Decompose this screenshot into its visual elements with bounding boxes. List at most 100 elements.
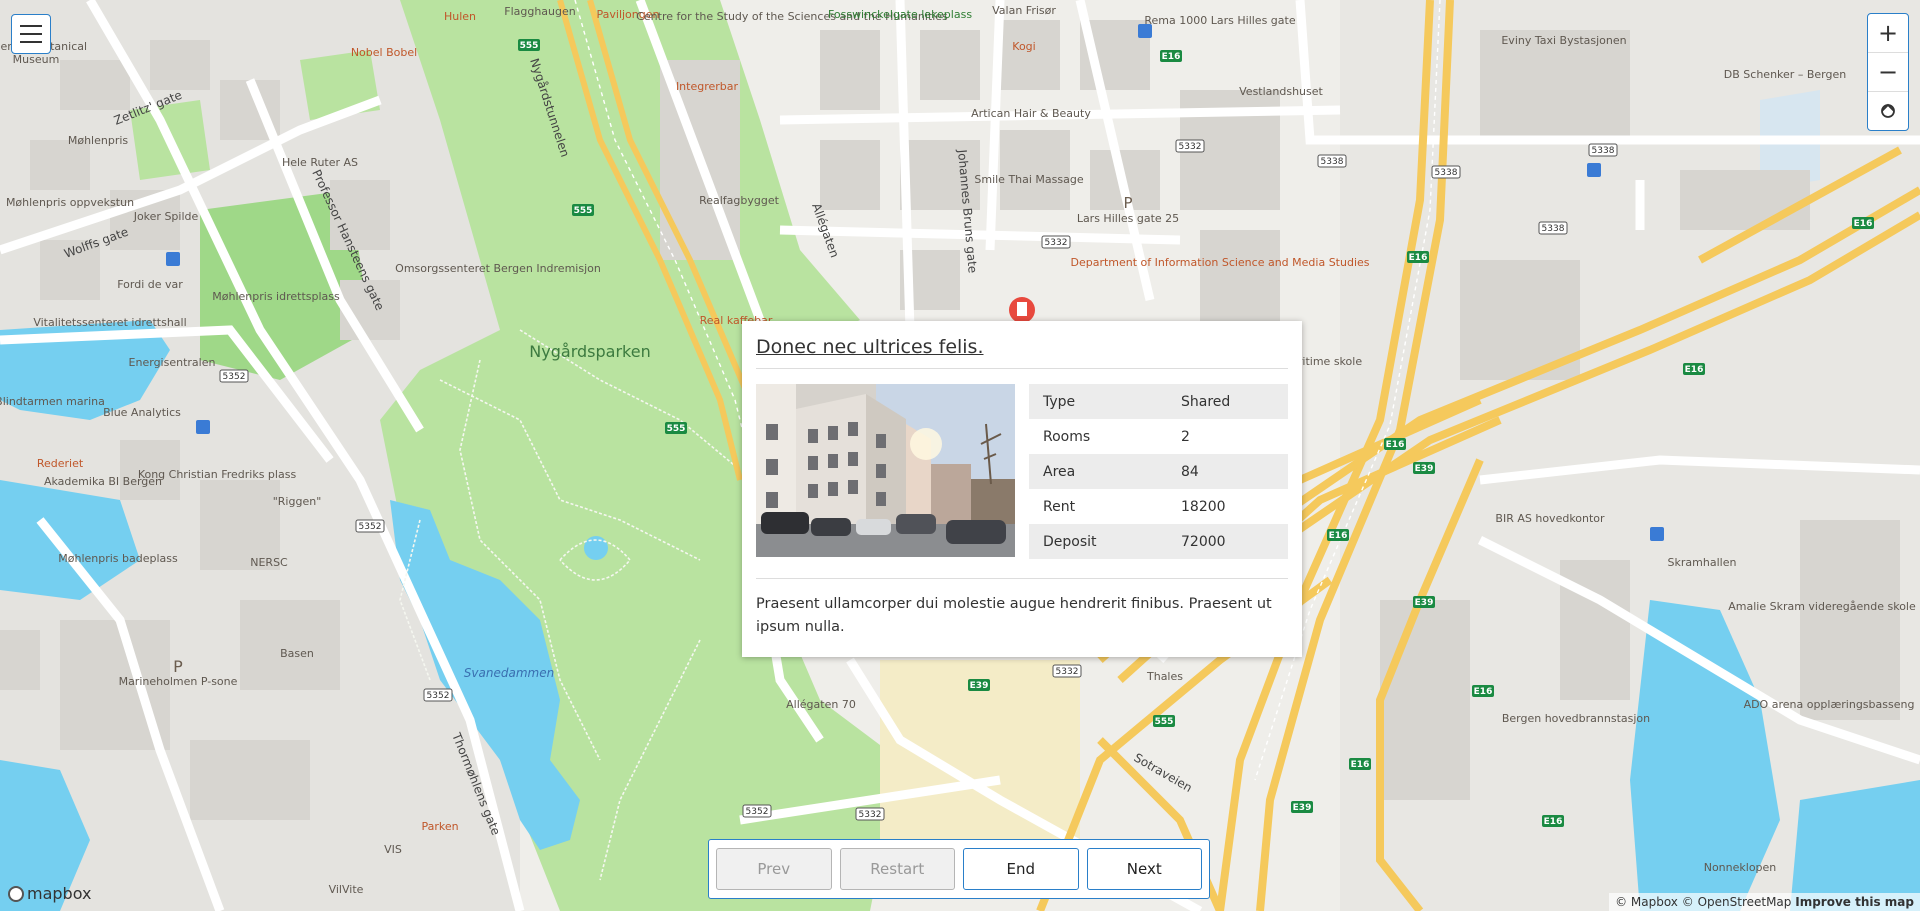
- shield-e16-i: E16: [1542, 815, 1564, 827]
- poi-vitalitetssenteret: Vitalitetssenteret idrettshall: [33, 316, 186, 329]
- svg-text:E16: E16: [1544, 817, 1563, 827]
- improve-map-link[interactable]: Improve this map: [1795, 895, 1914, 909]
- svg-text:E16: E16: [1685, 365, 1704, 375]
- svg-text:P: P: [173, 657, 183, 676]
- mapbox-logo-icon: [8, 885, 24, 902]
- map-attribution: © Mapbox © OpenStreetMap Improve this ma…: [1609, 893, 1920, 911]
- compass-reset-icon: [1881, 103, 1895, 118]
- table-row: Rooms 2: [1043, 428, 1190, 445]
- svg-text:E39: E39: [1415, 464, 1434, 474]
- listing-photo[interactable]: [756, 384, 1015, 557]
- shield-555-a: 555: [518, 39, 540, 51]
- listing-details: Type Shared Rooms 2 Area 84 Rent 18200 Depos…: [756, 384, 1288, 559]
- poi-omsorgssenteret: Omsorgssenteret Bergen Indremisjon: [395, 262, 601, 275]
- park-label: Nygårdsparken: [529, 342, 650, 361]
- prev-button[interactable]: Prev: [716, 848, 832, 890]
- next-button[interactable]: Next: [1086, 848, 1202, 890]
- shield-5332-c: 5332: [1052, 664, 1082, 678]
- svg-text:555: 555: [667, 424, 686, 434]
- svg-text:5338: 5338: [1321, 157, 1344, 167]
- shield-5332-b: 5332: [1041, 235, 1071, 249]
- poi-smile-thai: Smile Thai Massage: [974, 173, 1083, 186]
- shield-5338-d: 5338: [1538, 221, 1568, 235]
- poi-marineholmen: Marineholmen P-sone: [119, 675, 238, 688]
- poi-hele-ruter: Hele Ruter AS: [282, 156, 358, 169]
- shield-e39-a: E39: [1413, 462, 1435, 474]
- shield-e16-e: E16: [1384, 438, 1406, 450]
- table-row: Rent 18200: [1043, 498, 1226, 515]
- mapbox-logo[interactable]: mapbox: [8, 884, 91, 903]
- shield-555-b: 555: [572, 204, 594, 216]
- poi-bir: BIR AS hovedkontor: [1495, 512, 1605, 525]
- shield-5332-d: 5332: [855, 807, 885, 821]
- end-button[interactable]: End: [963, 848, 1079, 890]
- svg-text:E39: E39: [1293, 803, 1312, 813]
- poi-fosswinckelgate: Fosswinckelgate lekeplass: [828, 8, 972, 21]
- poi-thales: Thales: [1146, 670, 1183, 683]
- listing-title-link[interactable]: Donec nec ultrices felis.: [756, 335, 1288, 369]
- poi-valan-frisor: Valan Frisør: [992, 4, 1056, 17]
- svg-text:E39: E39: [970, 681, 989, 691]
- shield-5352-d: 5352: [742, 804, 772, 818]
- shield-5338-c: 5338: [1588, 143, 1618, 157]
- svg-text:E16: E16: [1409, 253, 1428, 263]
- svg-text:5332: 5332: [1045, 238, 1068, 248]
- shield-e16-f: E16: [1327, 529, 1349, 541]
- poi-nobel-bobel: Nobel Bobel: [351, 46, 417, 59]
- shield-e39-b: E39: [1413, 596, 1435, 608]
- poi-idrettsplass: Møhlenpris idrettsplass: [212, 290, 340, 303]
- svg-text:5332: 5332: [1056, 667, 1079, 677]
- poi-badeplass: Møhlenpris badeplass: [58, 552, 178, 565]
- shield-555-d: 555: [1153, 715, 1175, 727]
- poi-hulen: Hulen: [444, 10, 476, 23]
- poi-fordi-de-var: Fordi de var: [117, 278, 183, 291]
- svg-text:E16: E16: [1351, 760, 1370, 770]
- listing-description: Praesent ullamcorper dui molestie augue …: [756, 596, 1272, 635]
- lake-label: Svanedammen: [464, 666, 554, 680]
- svg-text:5338: 5338: [1435, 168, 1458, 178]
- svg-text:5338: 5338: [1592, 146, 1615, 156]
- zoom-in-button[interactable]: +: [1868, 14, 1908, 53]
- poi-maritime-skole: ritime skole: [1298, 355, 1362, 368]
- poi-artican: Artican Hair & Beauty: [971, 107, 1091, 120]
- restart-button[interactable]: Restart: [839, 848, 955, 890]
- table-row: Deposit 72000: [1029, 524, 1288, 559]
- poi-mohlenpris: Møhlenpris: [68, 134, 129, 147]
- svg-text:555: 555: [1155, 717, 1174, 727]
- poi-riggen: "Riggen": [273, 495, 322, 508]
- shield-5352-b: 5352: [355, 519, 385, 533]
- poi-oppvekstun: Møhlenpris oppvekstun: [6, 196, 134, 209]
- listing-popup: Donec nec ultrices felis. Type Shared Ro…: [742, 321, 1302, 657]
- poi-infomedia: Department of Information Science and Me…: [1071, 256, 1370, 269]
- svg-text:5332: 5332: [859, 810, 882, 820]
- svg-text:E16: E16: [1329, 531, 1348, 541]
- poi-nonneklopen: Nonneklopen: [1704, 861, 1777, 874]
- svg-text:5352: 5352: [359, 522, 382, 532]
- parking-icon: P: [1123, 194, 1132, 212]
- attribution-mapbox-link[interactable]: © Mapbox: [1615, 895, 1678, 909]
- poi-allegaten-70: Allégaten 70: [786, 698, 856, 711]
- svg-text:5332: 5332: [1179, 142, 1202, 152]
- parking-icon: P: [173, 657, 183, 676]
- poi-kong-christian: Kong Christian Fredriks plass: [138, 468, 297, 481]
- poi-vestlandshuset: Vestlandshuset: [1239, 85, 1323, 98]
- divider: [756, 578, 1288, 579]
- svg-text:E39: E39: [1415, 598, 1434, 608]
- poi-joker: Joker Spilde: [133, 210, 199, 223]
- shield-5332-a: 5332: [1175, 139, 1205, 153]
- reset-bearing-button[interactable]: [1868, 92, 1908, 130]
- poi-vis: VIS: [384, 843, 402, 856]
- svg-text:555: 555: [574, 206, 593, 216]
- poi-rederiet: Rederiet: [37, 457, 84, 470]
- svg-text:555: 555: [520, 41, 539, 51]
- poi-blindtarmen: Blindtarmen marina: [0, 395, 105, 408]
- menu-button[interactable]: [11, 14, 51, 54]
- poi-eviny-taxi: Eviny Taxi Bystasjonen: [1501, 34, 1626, 47]
- shield-e16-b: E16: [1407, 251, 1429, 263]
- shield-e39-d: E39: [968, 679, 990, 691]
- attribution-osm-link[interactable]: © OpenStreetMap: [1682, 895, 1792, 909]
- zoom-out-button[interactable]: −: [1868, 53, 1908, 92]
- poi-basen: Basen: [280, 647, 314, 660]
- poi-nersc: NERSC: [250, 556, 288, 569]
- poi-parken: Parken: [421, 820, 458, 833]
